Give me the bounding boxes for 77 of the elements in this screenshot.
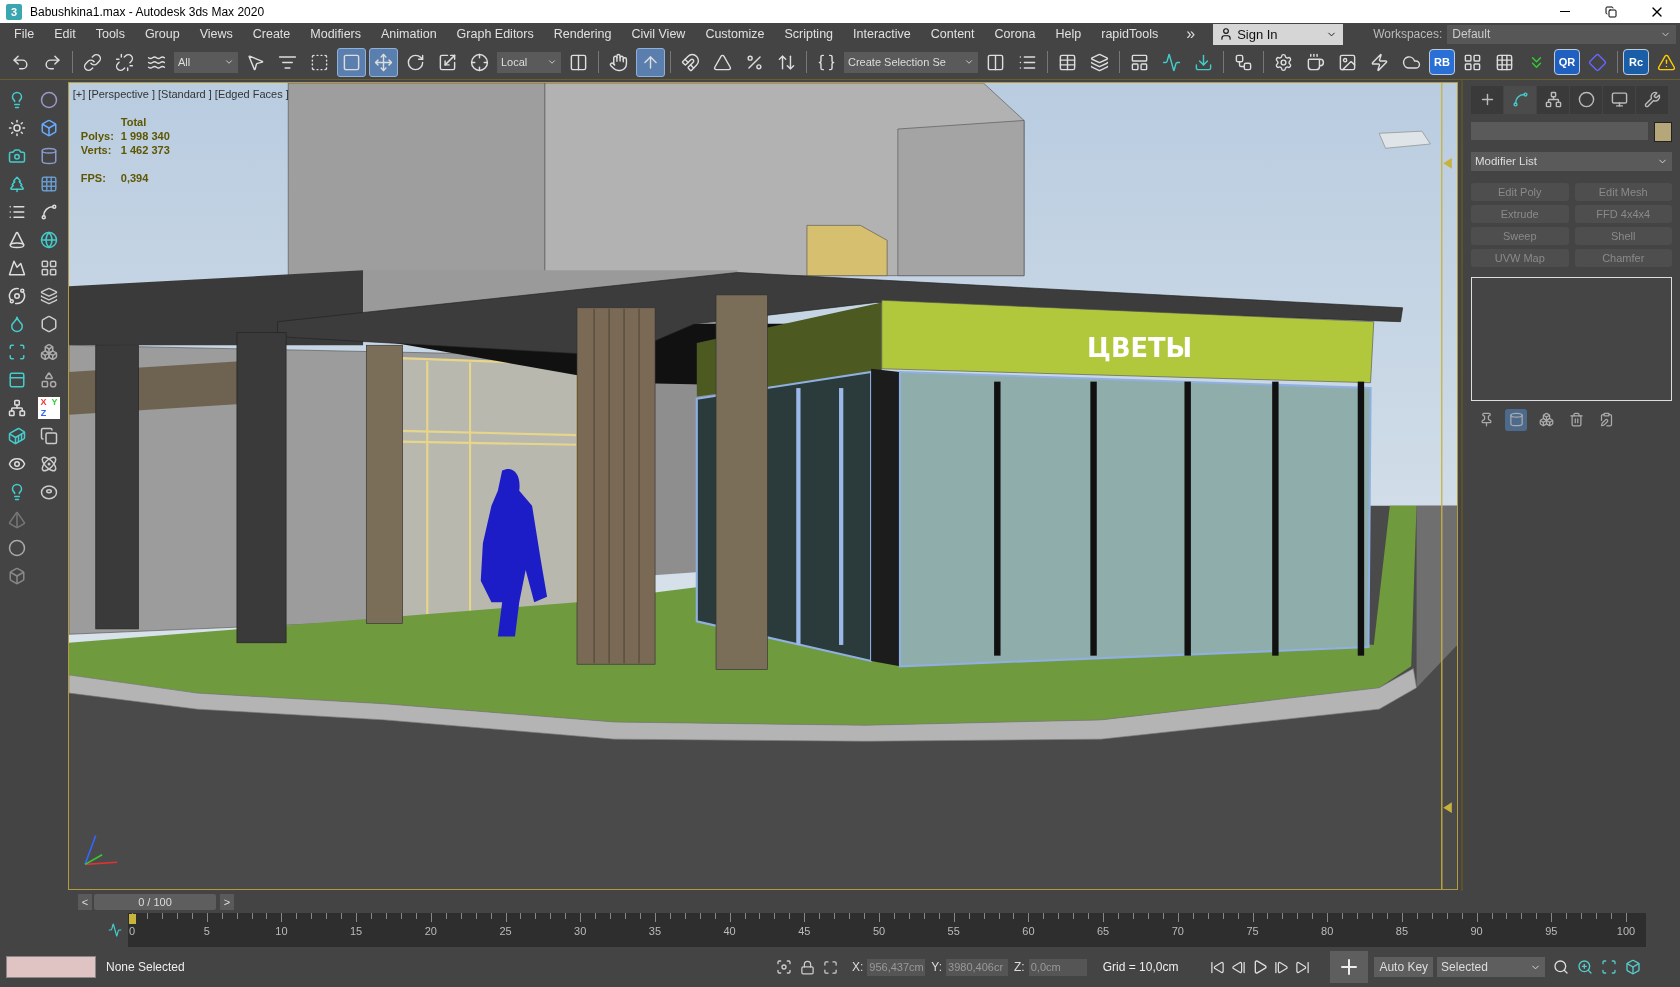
key-filter-dropdown[interactable]: Selected bbox=[1437, 957, 1546, 977]
menu-item[interactable]: Views bbox=[189, 27, 243, 42]
grid-size-text: Grid = 10,0cm bbox=[1102, 960, 1179, 974]
frame-number: 0 bbox=[128, 925, 136, 938]
menu-item[interactable]: Corona bbox=[984, 27, 1046, 42]
frame-number: 45 bbox=[798, 925, 811, 938]
viewport-menu-label[interactable]: [+] bbox=[72, 87, 86, 100]
menu-item[interactable]: Rendering bbox=[543, 27, 622, 42]
frame-number: 30 bbox=[574, 925, 587, 938]
window-title: Babushkina1.max - Autodesk 3ds Max 2020 bbox=[30, 4, 266, 19]
workspaces-label: Workspaces: bbox=[1373, 27, 1443, 42]
menu-item[interactable]: Help bbox=[1045, 27, 1092, 42]
selection-status-text: None Selected bbox=[106, 960, 186, 974]
stats-label: Polys: bbox=[80, 129, 115, 142]
viewport-menu-label[interactable]: [Standard ] bbox=[158, 87, 212, 100]
workspace-dropdown[interactable]: Default bbox=[1447, 25, 1676, 44]
y-label: Y: bbox=[931, 960, 943, 974]
stats-label: Verts: bbox=[80, 143, 113, 156]
toolbar-dropdown[interactable]: All bbox=[174, 51, 238, 73]
frame-number: 10 bbox=[275, 925, 288, 938]
viewport[interactable]: ЦВЕТЫ [+] [Perspective ] [Standard ] [Edged Faces ] Total Polys: 1 998 340 Verts: 1 462 373 FPS: 0,394 bbox=[67, 81, 1458, 890]
plugin-button[interactable]: Rc bbox=[1623, 49, 1649, 76]
menu-item[interactable]: Content bbox=[920, 27, 985, 42]
menu-item[interactable]: rapidTools bbox=[1091, 27, 1169, 42]
previous-frame-button[interactable]: < bbox=[78, 894, 92, 911]
stats-value: 1 462 373 bbox=[120, 143, 170, 156]
viewport-menu-label[interactable]: [Perspective ] bbox=[88, 87, 155, 100]
menu-item[interactable]: Civil View bbox=[621, 27, 696, 42]
plugin-button[interactable]: QR bbox=[1554, 49, 1580, 76]
frame-number: 65 bbox=[1096, 925, 1110, 938]
time-slider-thumb[interactable]: 0 / 100 bbox=[94, 894, 216, 911]
app-icon: 3 bbox=[6, 3, 22, 20]
frame-number: 35 bbox=[648, 925, 661, 938]
menu-item[interactable]: Interactive bbox=[843, 27, 921, 42]
stats-header: Total bbox=[120, 115, 148, 128]
next-frame-button[interactable]: > bbox=[220, 894, 234, 911]
frame-number: 100 bbox=[1616, 925, 1636, 938]
frame-number: 90 bbox=[1470, 925, 1483, 938]
stats-value: 1 998 340 bbox=[120, 129, 170, 142]
frame-number: 50 bbox=[872, 925, 886, 938]
menu-item[interactable]: Create bbox=[242, 27, 301, 42]
frame-number: 20 bbox=[424, 925, 437, 938]
menu-item[interactable]: Scripting bbox=[774, 27, 844, 42]
menu-item[interactable]: Graph Editors bbox=[446, 27, 544, 42]
x-label: X: bbox=[852, 960, 864, 974]
frame-number: 75 bbox=[1246, 925, 1259, 938]
frame-number: 85 bbox=[1395, 925, 1408, 938]
frame-number: 80 bbox=[1321, 925, 1334, 938]
frame-number: 15 bbox=[349, 925, 363, 938]
auto-key-button[interactable]: Auto Key bbox=[1374, 957, 1434, 977]
shop-sign-text: ЦВЕТЫ bbox=[1086, 332, 1192, 363]
menu-item[interactable]: Group bbox=[134, 27, 190, 42]
frame-number: 40 bbox=[723, 925, 736, 938]
z-label: Z: bbox=[1014, 960, 1025, 974]
menu-item[interactable]: Animation bbox=[371, 27, 447, 42]
viewport-menu-label[interactable]: [Edged Faces ] bbox=[214, 87, 289, 100]
frame-number: 95 bbox=[1545, 925, 1558, 938]
frame-number: 5 bbox=[203, 925, 210, 938]
frame-number: 60 bbox=[1022, 925, 1035, 938]
plugin-button[interactable]: RB bbox=[1429, 49, 1455, 76]
menu-item[interactable]: File bbox=[4, 27, 45, 42]
menu-item[interactable]: Tools bbox=[85, 27, 135, 42]
stats-label: FPS: bbox=[80, 171, 107, 184]
frame-number: 25 bbox=[499, 925, 512, 938]
timeline-track[interactable]: 0 5 10 15 20 25 30 35 40 45 50 55 60 65 70 75 80 85 90 95 100 bbox=[128, 913, 1646, 948]
modifier-list-dropdown[interactable]: Modifier List bbox=[1471, 151, 1672, 171]
toolbar-dropdown[interactable]: Create Selection Se bbox=[844, 51, 978, 73]
sign-in-button[interactable]: Sign In bbox=[1213, 24, 1344, 45]
frame-number: 55 bbox=[947, 925, 960, 938]
menu-overflow-button[interactable]: » bbox=[1176, 25, 1206, 44]
menu-item[interactable]: Edit bbox=[44, 27, 86, 42]
menu-item[interactable]: Customize bbox=[695, 27, 775, 42]
menu-item[interactable]: Modifiers bbox=[300, 27, 371, 42]
frame-number: 70 bbox=[1171, 925, 1184, 938]
stats-value: 0,394 bbox=[120, 171, 150, 184]
axis-button[interactable]: X Y Z bbox=[37, 396, 60, 419]
toolbar-dropdown[interactable]: Local bbox=[497, 51, 561, 73]
